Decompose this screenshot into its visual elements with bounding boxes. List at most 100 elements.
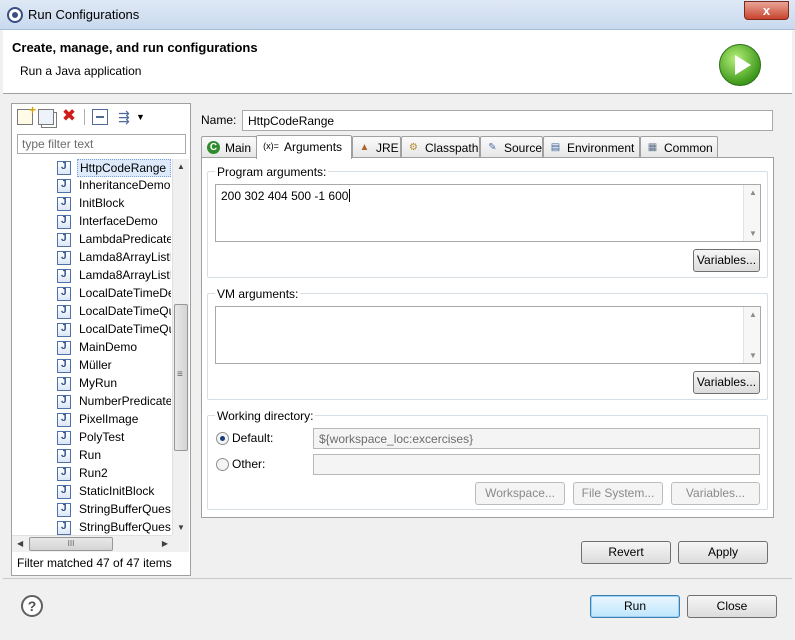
tree-item[interactable]: Run2 [57,465,172,483]
apply-button[interactable]: Apply [678,541,768,564]
tree-item-label: Run2 [79,466,108,480]
vm-arguments-scrollbar[interactable]: ▲ ▼ [743,307,760,363]
banner-subheading: Run a Java application [20,64,142,78]
tree-vertical-scrollbar[interactable]: ▲ ▼ [172,159,189,535]
revert-button[interactable]: Revert [581,541,671,564]
tab-source[interactable]: ✎ Source [480,136,543,158]
tree-item-label: NumberPredicate [79,394,171,408]
tree-item[interactable]: HttpCodeRange [57,159,172,177]
tab-jre[interactable]: ▲ JRE [352,136,401,158]
default-directory-radio[interactable] [216,432,229,445]
tab-environment[interactable]: ▤ Environment [543,136,640,158]
horizontal-scroll-thumb[interactable]: III [29,537,113,551]
tree-item[interactable]: LocalDateTimeDe [57,285,172,303]
java-application-icon [57,503,71,517]
tree-item-label: Müller [79,358,112,372]
eclipse-app-icon [7,7,23,23]
scroll-up-icon[interactable]: ▲ [177,162,185,171]
program-variables-button[interactable]: Variables... [693,249,760,272]
chevron-down-icon[interactable]: ▼ [136,109,146,125]
tree-item[interactable]: StaticInitBlock [57,483,172,501]
filter-icon[interactable]: ⇶ [116,109,132,125]
classpath-icon: ⚙ [409,142,418,153]
tab-common[interactable]: ▦ Common [640,136,718,158]
tree-item-label: StaticInitBlock [79,484,155,498]
tree-item[interactable]: InterfaceDemo [57,213,172,231]
window-close-button[interactable]: x [744,1,789,20]
tree-item[interactable]: MyRun [57,375,172,393]
delete-icon[interactable]: ✖ [61,107,77,125]
tree-item[interactable]: LocalDateTimeQu [57,303,172,321]
tree-item[interactable]: Lamda8ArrayListI [57,267,172,285]
tree-item-label: HttpCodeRange [77,159,171,177]
scroll-left-icon[interactable]: ◀ [17,539,23,548]
close-button[interactable]: Close [687,595,777,618]
tab-arguments[interactable]: (x)= Arguments [256,135,352,159]
tree-item[interactable]: MainDemo [57,339,172,357]
tree-item-label: PolyTest [79,430,125,444]
tree-item[interactable]: Lamda8ArrayListI [57,249,172,267]
scroll-up-icon[interactable]: ▲ [749,188,757,197]
help-icon[interactable]: ? [21,595,43,617]
other-directory-field[interactable] [313,454,760,475]
new-config-icon[interactable] [17,103,36,125]
vm-variables-button[interactable]: Variables... [693,371,760,394]
scroll-down-icon[interactable]: ▼ [749,229,757,238]
directory-variables-button[interactable]: Variables... [671,482,760,505]
tab-classpath[interactable]: ⚙ Classpath [401,136,480,158]
tree-item[interactable]: LambdaPredicate [57,231,172,249]
collapse-all-icon[interactable] [92,109,108,125]
file-system-button[interactable]: File System... [573,482,663,505]
scroll-down-icon[interactable]: ▼ [749,351,757,360]
tab-label: Classpath [425,141,479,155]
tree-item-label: LocalDateTimeQu [79,322,171,336]
tree-item[interactable]: PolyTest [57,429,172,447]
java-application-icon [57,467,71,481]
tree-horizontal-scrollbar[interactable]: ◀ III ▶ [12,535,172,552]
tree-item-label: Run [79,448,102,462]
tab-label: Source [504,141,543,155]
scroll-right-icon[interactable]: ▶ [162,539,168,548]
window-title: Run Configurations [28,7,140,22]
tree-item[interactable]: StringBufferQues [57,519,172,535]
configuration-tree: HttpCodeRangeInheritanceDemo InitBlock Int… [12,159,172,535]
arguments-icon: (x)= [263,141,279,151]
filter-input[interactable] [17,134,186,154]
name-input[interactable] [242,110,773,131]
scroll-up-icon[interactable]: ▲ [749,310,757,319]
tree-item[interactable]: Müller [57,357,172,375]
tree-item[interactable]: PixelImage [57,411,172,429]
title-bar: Run Configurations x [0,0,795,30]
banner-heading: Create, manage, and run configurations [12,40,258,55]
vm-arguments-textarea[interactable]: ▲ ▼ [215,306,761,364]
tab-label: Main [225,141,252,155]
tree-item[interactable]: Run [57,447,172,465]
program-arguments-scrollbar[interactable]: ▲ ▼ [743,185,760,241]
tab-main[interactable]: C Main [201,136,257,158]
java-application-icon [57,233,71,247]
tab-label: Common [664,141,713,155]
duplicate-icon[interactable] [38,109,54,125]
default-directory-field: ${workspace_loc:excercises} [313,428,760,449]
tree-item-label: Lamda8ArrayListI [79,268,171,282]
tree-item-label: InterfaceDemo [79,214,158,228]
tree-item[interactable]: NumberPredicate [57,393,172,411]
tab-label: JRE [376,141,399,155]
tree-item[interactable]: InheritanceDemo [57,177,172,195]
run-button[interactable]: Run [590,595,680,618]
filter-status: Filter matched 47 of 47 items [17,556,172,570]
scroll-thumb[interactable] [174,304,188,451]
java-application-icon [57,377,71,391]
other-directory-radio[interactable] [216,458,229,471]
name-label: Name: [201,113,237,127]
tree-item[interactable]: StringBufferQues [57,501,172,519]
java-application-icon [57,179,71,193]
program-arguments-textarea[interactable]: 200 302 404 500 -1 600 ▲ ▼ [215,184,761,242]
jre-icon: ▲ [359,142,370,153]
tree-item-label: StringBufferQues [79,520,171,534]
workspace-button[interactable]: Workspace... [475,482,565,505]
tree-toolbar: ✖ ⇶ ▼ [12,103,190,130]
tree-item[interactable]: LocalDateTimeQu [57,321,172,339]
tree-item[interactable]: InitBlock [57,195,172,213]
scroll-down-icon[interactable]: ▼ [177,523,185,532]
